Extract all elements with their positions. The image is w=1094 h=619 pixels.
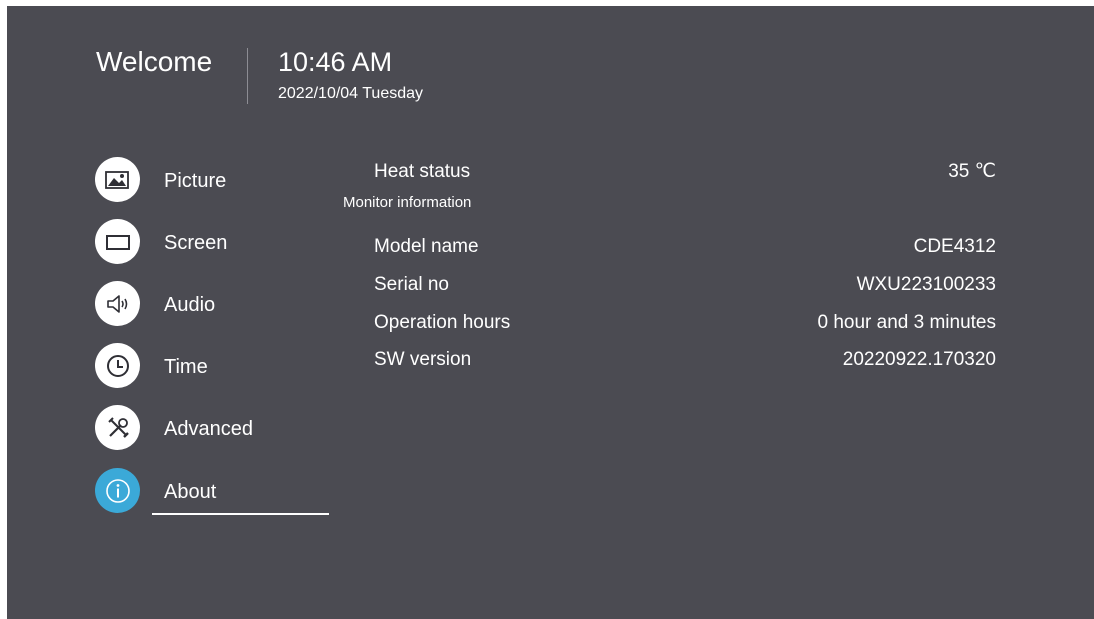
info-label: SW version — [374, 349, 472, 370]
clock-date: 2022/10/04 Tuesday — [278, 85, 424, 102]
info-label: Operation hours — [374, 312, 511, 333]
menu-item-label: Advanced — [164, 418, 253, 440]
monitor-information-heading: Monitor information — [343, 194, 472, 211]
heat-status-label: Heat status — [374, 161, 471, 182]
menu-item-label: About — [164, 481, 217, 503]
heat-status-value: 35 ℃ — [948, 161, 996, 182]
menu-item-audio[interactable]: Audio — [95, 281, 335, 327]
info-icon — [95, 468, 140, 513]
menu-item-time[interactable]: Time — [95, 343, 335, 389]
info-value: 20220922.170320 — [842, 349, 996, 370]
header-divider — [247, 48, 248, 104]
menu-item-label: Picture — [164, 170, 227, 192]
active-item-underline — [152, 513, 329, 515]
menu-item-screen[interactable]: Screen — [95, 219, 335, 265]
heat-status-row: Heat status 35 ℃ — [374, 159, 996, 185]
menu-item-label: Audio — [164, 294, 216, 316]
tools-icon — [95, 405, 140, 450]
info-label: Model name — [374, 236, 479, 257]
speaker-icon — [95, 281, 140, 326]
osd-screen: Welcome 10:46 AM 2022/10/04 Tuesday Pict… — [7, 6, 1094, 619]
clock-icon — [95, 343, 140, 388]
clock-time: 10:46 AM — [278, 47, 393, 77]
menu-item-picture[interactable]: Picture — [95, 157, 335, 203]
info-row-sw-version: SW version 20220922.170320 — [374, 347, 996, 373]
menu-item-advanced[interactable]: Advanced — [95, 405, 335, 451]
info-value: 0 hour and 3 minutes — [817, 312, 996, 333]
info-row-operation-hours: Operation hours 0 hour and 3 minutes — [374, 310, 996, 336]
screen-icon — [95, 219, 140, 264]
info-row-model-name: Model name CDE4312 — [374, 234, 996, 260]
info-label: Serial no — [374, 274, 449, 295]
welcome-title: Welcome — [96, 46, 213, 77]
menu-item-about[interactable]: About — [95, 468, 335, 514]
menu-item-label: Time — [164, 356, 208, 378]
info-row-serial-no: Serial no WXU223100233 — [374, 272, 996, 298]
picture-icon — [95, 157, 140, 202]
info-value: CDE4312 — [913, 236, 996, 257]
info-value: WXU223100233 — [856, 274, 996, 295]
menu-item-label: Screen — [164, 232, 228, 254]
